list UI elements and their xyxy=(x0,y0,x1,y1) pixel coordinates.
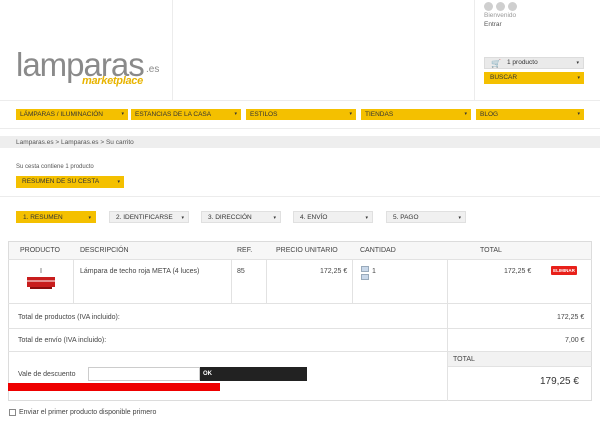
shipping-value: 7,00 € xyxy=(565,337,585,344)
cart-button[interactable]: 🛒 1 producto ▾ xyxy=(484,57,584,69)
chevron-down-icon: ▾ xyxy=(576,60,579,66)
nav-item-lamparas[interactable]: LÁMPARAS / ILUMINACIÓN ▾ xyxy=(16,109,128,120)
voucher-label: Vale de descuento xyxy=(18,371,76,378)
logo-tld: .es xyxy=(146,64,160,75)
step-direccion[interactable]: 3. DIRECCIÓN ▾ xyxy=(201,211,281,223)
nav-item-tiendas[interactable]: TIENDAS ▾ xyxy=(361,109,471,120)
col-header-product: PRODUCTO xyxy=(20,247,60,254)
product-thumbnail[interactable] xyxy=(24,268,58,292)
step-envio[interactable]: 4. ENVÍO ▾ xyxy=(293,211,373,223)
cart-summary-text: Su cesta contiene 1 producto xyxy=(16,164,94,170)
pinterest-icon[interactable] xyxy=(508,2,517,11)
cart-label: 1 producto xyxy=(507,59,538,66)
col-header-ref: REF. xyxy=(237,247,253,254)
header-divider xyxy=(172,0,173,100)
total-label: TOTAL xyxy=(453,356,475,363)
facebook-icon[interactable] xyxy=(484,2,493,11)
twitter-icon[interactable] xyxy=(496,2,505,11)
search-label: BUSCAR xyxy=(490,74,518,81)
first-available-checkbox[interactable] xyxy=(9,409,16,416)
total-products-label: Total de productos (IVA incluido): xyxy=(18,314,120,321)
shipping-label: Total de envío (IVA incluido): xyxy=(18,337,107,344)
col-header-total: TOTAL xyxy=(480,247,502,254)
total-products-value: 172,25 € xyxy=(557,314,585,321)
nav-item-estilos[interactable]: ESTILOS ▾ xyxy=(246,109,356,120)
search-button[interactable]: BUSCAR ▾ xyxy=(484,72,584,84)
cart-icon: 🛒 xyxy=(491,59,501,68)
quantity-increase-icon[interactable] xyxy=(361,266,369,272)
first-available-label[interactable]: Enviar el primer producto disponible pri… xyxy=(19,409,156,416)
product-ref: 85 xyxy=(237,268,245,275)
step-pago[interactable]: 5. PAGO ▾ xyxy=(386,211,466,223)
summary-button[interactable]: RESUMEN DE SU CESTA ▾ xyxy=(16,176,124,188)
chevron-down-icon: ▾ xyxy=(577,75,580,81)
logo-tagline: marketplace xyxy=(82,75,143,87)
chevron-down-icon: ▾ xyxy=(117,179,120,185)
col-header-description: DESCRIPCIÓN xyxy=(80,247,129,254)
step-resumen[interactable]: 1. RESUMEN ▾ xyxy=(16,211,96,223)
voucher-input[interactable] xyxy=(88,367,200,381)
step-identificarse[interactable]: 2. IDENTIFICARSE ▾ xyxy=(109,211,189,223)
header-divider xyxy=(474,0,475,100)
error-bar xyxy=(8,383,220,391)
product-quantity[interactable]: 1 xyxy=(372,268,376,275)
nav-item-estancias[interactable]: ESTANCIAS DE LA CASA ▾ xyxy=(131,109,241,120)
login-link[interactable]: Entrar xyxy=(484,21,502,28)
nav-item-blog[interactable]: BLOG ▾ xyxy=(476,109,584,120)
voucher-ok-button[interactable]: OK xyxy=(200,367,307,381)
col-header-unit-price: PRECIO UNITARIO xyxy=(276,247,338,254)
col-header-quantity: CANTIDAD xyxy=(360,247,396,254)
breadcrumb[interactable]: Lamparas.es > Lamparas.es > Su carrito xyxy=(16,139,134,146)
welcome-text: Bienvenido xyxy=(484,12,517,19)
product-description[interactable]: Lámpara de techo roja META (4 luces) xyxy=(80,268,199,275)
product-unit-price: 172,25 € xyxy=(320,268,348,275)
total-value: 179,25 € xyxy=(540,376,579,387)
delete-button[interactable]: ELIMINAR xyxy=(551,266,577,275)
product-total: 172,25 € xyxy=(504,268,532,275)
quantity-decrease-icon[interactable] xyxy=(361,274,369,280)
